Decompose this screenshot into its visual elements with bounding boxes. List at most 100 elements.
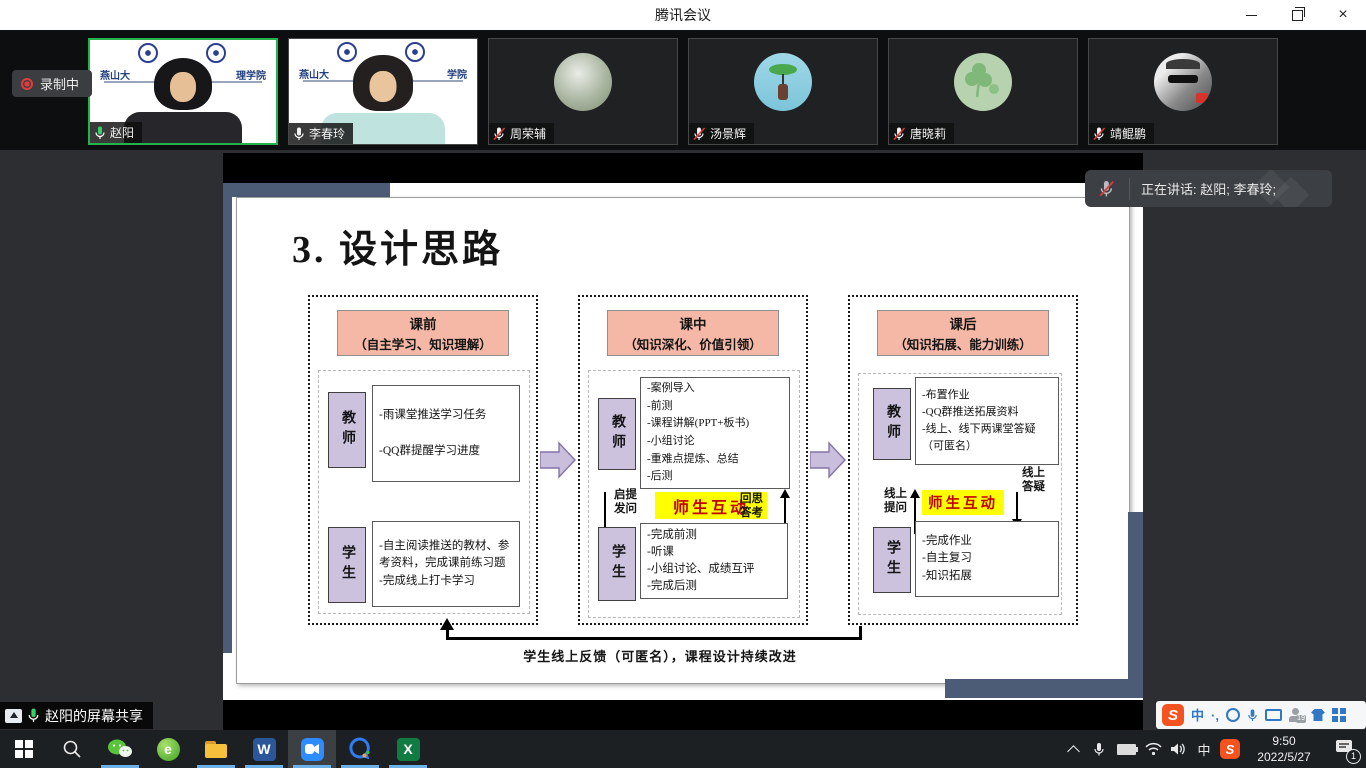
recording-dot-icon [21,78,33,90]
minimize-icon [1246,15,1257,16]
close-icon: × [1338,7,1347,23]
flow-arrow-icon [540,441,576,479]
avatar [1154,53,1212,111]
participant-tile[interactable]: 靖鲲鹏 [1088,38,1278,145]
windows-logo-icon [15,740,33,758]
taskbar-meeting-button[interactable] [288,730,336,768]
screen-share-icon [5,709,22,723]
chevron-up-icon [1067,745,1080,758]
restore-icon [1292,10,1303,21]
notification-icon: 1 [1335,739,1353,760]
phase-header: 课前 （自主学习、知识理解） [337,310,509,356]
sogou-logo-icon[interactable]: S [1162,704,1184,726]
mic-on-icon [293,127,305,141]
teacher-activities: -案例导入 -前测 -课程讲解(PPT+板书) -小组讨论 -重难点提炼、总结 … [640,377,790,489]
interaction-highlight: 师生互动 [922,490,1004,515]
student-label: 学生 [598,527,636,601]
teacher-label: 教师 [873,388,911,460]
participant-tile[interactable]: 燕山大 理学院 赵阳 [88,38,278,145]
teacher-activities: -雨课堂推送学习任务 -QQ群提醒学习进度 [372,385,520,482]
teacher-activities: -布置作业 -QQ群推送拓展资料 -线上、线下两课堂答疑 （可匿名） [915,377,1059,465]
arrow-up-icon [910,489,920,498]
student-activities: -完成前测 -听课 -小组讨论、成绩互评 -完成后测 [640,523,788,599]
feedback-note: 学生线上反馈（可匿名），课程设计持续改进 [380,646,940,665]
name-plate: 汤景辉 [689,123,754,144]
start-button[interactable] [0,730,48,768]
emoji-button[interactable] [1226,708,1240,722]
punctuation-button[interactable]: ·, [1211,709,1219,722]
student-label: 学生 [328,527,366,603]
feedback-arrow-up-icon [440,618,454,630]
battery-icon [1117,744,1136,755]
participant-tile[interactable]: 唐晓莉 [888,38,1078,145]
meeting-window: 腾讯会议 × 燕山大 理学院 赵阳 燕山大 [0,0,1366,768]
taskbar-360-browser-button[interactable]: e [144,730,192,768]
name-plate: 赵阳 [90,122,142,143]
mic-muted-icon [493,127,506,141]
tray-date: 2022/5/27 [1257,750,1310,764]
tray-time: 9:50 [1272,734,1295,748]
tencent-meeting-icon [301,738,324,761]
tray-sogou-button[interactable]: S [1216,730,1244,768]
sogou-toolbar[interactable]: S 中 ·, 19 [1156,701,1366,729]
interaction-note-left: 线上 提问 [884,487,907,516]
tray-ime-indicator[interactable]: 中 [1192,730,1216,768]
taskbar-search-button[interactable] [48,730,96,768]
mic-muted-icon [1093,127,1106,141]
user-profile-button[interactable]: 19 [1289,708,1304,722]
skin-button[interactable] [1311,709,1325,721]
taskbar-word-button[interactable]: W [240,730,288,768]
phase-header: 课中 （知识深化、价值引领） [607,310,779,356]
taskbar-wechat-button[interactable] [96,730,144,768]
minimize-button[interactable] [1228,0,1274,30]
mic-muted-icon [693,127,706,141]
soft-keyboard-button[interactable] [1265,709,1282,721]
taskbar-explorer-button[interactable] [192,730,240,768]
action-center-button[interactable]: 1 [1326,730,1362,768]
student-label: 学生 [873,527,911,593]
share-banner[interactable]: 赵阳的屏幕共享 [0,702,153,729]
toolbox-button[interactable] [1332,708,1346,722]
flow-arrow-icon [810,441,846,479]
mic-muted-icon [1085,180,1129,198]
clover-icon [954,53,1012,111]
ime-mode-button[interactable]: 中 [1191,709,1204,722]
browser-icon: e [157,738,180,761]
arrow-line [1016,492,1018,520]
feedback-line [446,637,862,640]
taskbar-wecom-button[interactable] [336,730,384,768]
teacher-label: 教师 [598,398,636,470]
tray-wifi-button[interactable] [1140,730,1166,768]
word-icon: W [253,738,276,761]
flag-badge [1196,93,1208,103]
student-activities: -自主阅读推送的教材、参考资料，完成课前练习题 -完成线上打卡学习 [372,521,520,607]
voice-input-button[interactable] [1247,708,1258,723]
tray-mic-button[interactable] [1086,730,1112,768]
folder-icon [205,741,227,758]
participant-tile[interactable]: 汤景辉 [688,38,878,145]
mic-icon [1093,742,1105,757]
name-plate: 周荣辅 [489,123,554,144]
name-plate: 唐晓莉 [889,123,954,144]
taskbar-excel-button[interactable]: X [384,730,432,768]
participant-tile[interactable]: 周荣辅 [488,38,678,145]
speaking-toast: 正在讲话: 赵阳; 李春玲; [1085,170,1332,207]
restore-button[interactable] [1274,0,1320,30]
participant-tile[interactable]: 燕山大 学院 李春玲 [288,38,478,145]
close-button[interactable]: × [1320,0,1366,30]
tray-expand-button[interactable] [1060,730,1086,768]
wechat-icon [107,738,133,760]
phase-header: 课后 （知识拓展、能力训练） [877,310,1049,356]
interaction-note-right: 线上 答疑 [1022,466,1045,495]
window-title: 腾讯会议 [0,0,1366,30]
name-plate: 靖鲲鹏 [1089,123,1154,144]
slide-template-bar-right [1128,512,1143,698]
teacher-label: 教师 [328,392,366,468]
tray-volume-button[interactable] [1166,730,1192,768]
tray-battery-button[interactable] [1112,730,1140,768]
slide-template-bar-bottom [945,679,1143,698]
interaction-note-right: 回思 答考 [740,492,763,521]
interaction-note-left: 启提 发问 [614,488,637,517]
arrow-up-icon [780,489,790,498]
tray-clock[interactable]: 9:50 2022/5/27 [1246,730,1322,768]
